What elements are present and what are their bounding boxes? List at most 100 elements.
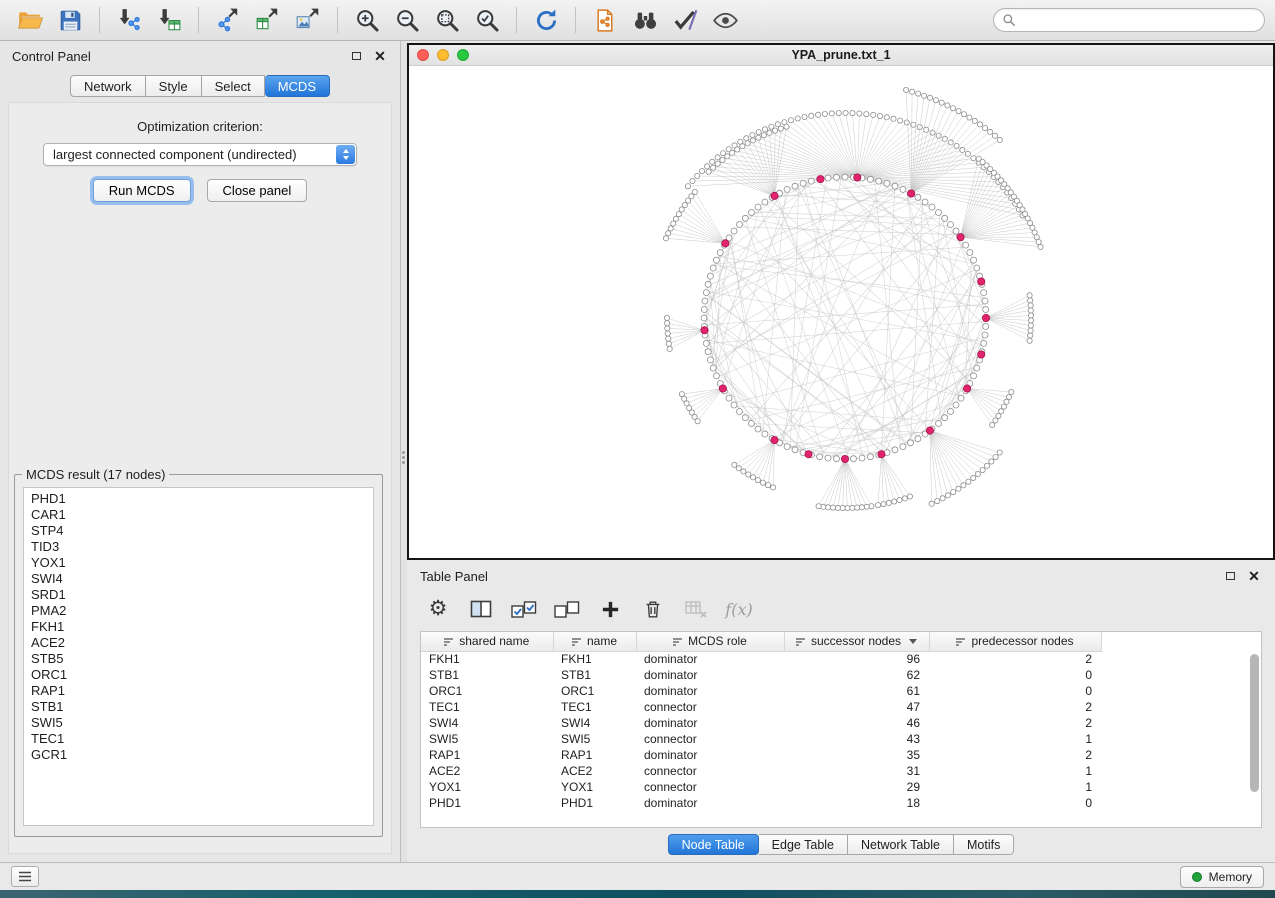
cell-shared_name[interactable]: ORC1 — [421, 683, 553, 699]
import-table-icon[interactable] — [153, 4, 185, 36]
network-window-titlebar[interactable]: YPA_prune.txt_1 — [409, 45, 1273, 66]
cell-shared_name[interactable]: PHD1 — [421, 795, 553, 811]
criterion-dropdown[interactable]: largest connected component (undirected) — [43, 143, 357, 166]
open-file-icon[interactable] — [14, 4, 46, 36]
cell-mcds_role[interactable]: dominator — [636, 715, 784, 731]
cell-successor_nodes[interactable]: 29 — [784, 779, 929, 795]
search-box[interactable] — [993, 8, 1265, 32]
table-row[interactable]: STB1STB1dominator620 — [421, 667, 1101, 683]
close-panel-button[interactable]: ✕ — [372, 48, 388, 64]
float-panel-button[interactable] — [348, 48, 364, 64]
select-all-icon[interactable] — [511, 596, 537, 622]
tab-motifs[interactable]: Motifs — [954, 834, 1014, 855]
cell-mcds_role[interactable]: connector — [636, 731, 784, 747]
cell-mcds_role[interactable]: dominator — [636, 667, 784, 683]
mcds-result-item[interactable]: GCR1 — [31, 747, 373, 763]
cell-name[interactable]: ORC1 — [553, 683, 636, 699]
mcds-result-item[interactable]: PHD1 — [31, 491, 373, 507]
mcds-result-item[interactable]: TEC1 — [31, 731, 373, 747]
cell-successor_nodes[interactable]: 61 — [784, 683, 929, 699]
mcds-result-item[interactable]: STP4 — [31, 523, 373, 539]
column-header-name[interactable]: name — [553, 632, 636, 651]
close-panel-button-mcds[interactable]: Close panel — [207, 179, 308, 202]
cell-mcds_role[interactable]: dominator — [636, 651, 784, 667]
cell-name[interactable]: FKH1 — [553, 651, 636, 667]
cell-shared_name[interactable]: FKH1 — [421, 651, 553, 667]
cell-name[interactable]: RAP1 — [553, 747, 636, 763]
cell-mcds_role[interactable]: connector — [636, 699, 784, 715]
tab-edge-table[interactable]: Edge Table — [759, 834, 848, 855]
network-canvas[interactable] — [409, 66, 1273, 558]
cell-mcds_role[interactable]: connector — [636, 779, 784, 795]
table-row[interactable]: ACE2ACE2connector311 — [421, 763, 1101, 779]
export-image-icon[interactable] — [292, 4, 324, 36]
show-columns-icon[interactable] — [468, 596, 494, 622]
panel-menu-button[interactable] — [11, 866, 39, 887]
cell-successor_nodes[interactable]: 43 — [784, 731, 929, 747]
cell-shared_name[interactable]: SWI5 — [421, 731, 553, 747]
search-input[interactable] — [1021, 13, 1256, 27]
cell-mcds_role[interactable]: dominator — [636, 795, 784, 811]
cell-predecessor_nodes[interactable]: 2 — [929, 715, 1101, 731]
cell-predecessor_nodes[interactable]: 0 — [929, 667, 1101, 683]
save-icon[interactable] — [54, 4, 86, 36]
tab-network[interactable]: Network — [70, 75, 146, 97]
zoom-in-icon[interactable] — [351, 4, 383, 36]
run-mcds-button[interactable]: Run MCDS — [93, 179, 191, 202]
column-header-MCDS-role[interactable]: MCDS role — [636, 632, 784, 651]
eye-icon[interactable] — [709, 4, 741, 36]
cell-shared_name[interactable]: TEC1 — [421, 699, 553, 715]
cell-predecessor_nodes[interactable]: 2 — [929, 747, 1101, 763]
cell-successor_nodes[interactable]: 31 — [784, 763, 929, 779]
mcds-result-item[interactable]: FKH1 — [31, 619, 373, 635]
mcds-result-item[interactable]: SWI5 — [31, 715, 373, 731]
cell-successor_nodes[interactable]: 62 — [784, 667, 929, 683]
show-hide-details-icon[interactable] — [669, 4, 701, 36]
cell-successor_nodes[interactable]: 18 — [784, 795, 929, 811]
column-header-successor-nodes[interactable]: successor nodes — [784, 632, 929, 651]
tab-mcds[interactable]: MCDS — [265, 75, 330, 97]
mcds-result-item[interactable]: SRD1 — [31, 587, 373, 603]
mcds-result-item[interactable]: STB5 — [31, 651, 373, 667]
cell-successor_nodes[interactable]: 96 — [784, 651, 929, 667]
zoom-selected-icon[interactable] — [471, 4, 503, 36]
mcds-result-item[interactable]: SWI4 — [31, 571, 373, 587]
cell-shared_name[interactable]: YOX1 — [421, 779, 553, 795]
table-row[interactable]: YOX1YOX1connector291 — [421, 779, 1101, 795]
cell-mcds_role[interactable]: dominator — [636, 747, 784, 763]
table-row[interactable]: SWI4SWI4dominator462 — [421, 715, 1101, 731]
table-settings-icon[interactable]: ⚙ — [425, 596, 451, 622]
cell-shared_name[interactable]: SWI4 — [421, 715, 553, 731]
cell-name[interactable]: YOX1 — [553, 779, 636, 795]
cell-predecessor_nodes[interactable]: 1 — [929, 731, 1101, 747]
cell-predecessor_nodes[interactable]: 1 — [929, 779, 1101, 795]
mcds-result-item[interactable]: ACE2 — [31, 635, 373, 651]
cell-predecessor_nodes[interactable]: 0 — [929, 795, 1101, 811]
tab-style[interactable]: Style — [146, 75, 202, 97]
mcds-result-item[interactable]: ORC1 — [31, 667, 373, 683]
cell-name[interactable]: ACE2 — [553, 763, 636, 779]
cell-shared_name[interactable]: ACE2 — [421, 763, 553, 779]
cell-predecessor_nodes[interactable]: 2 — [929, 699, 1101, 715]
find-icon[interactable] — [629, 4, 661, 36]
tab-select[interactable]: Select — [202, 75, 265, 97]
export-network-icon[interactable] — [212, 4, 244, 36]
cell-successor_nodes[interactable]: 46 — [784, 715, 929, 731]
cell-name[interactable]: STB1 — [553, 667, 636, 683]
table-row[interactable]: SWI5SWI5connector431 — [421, 731, 1101, 747]
cell-successor_nodes[interactable]: 47 — [784, 699, 929, 715]
cell-name[interactable]: SWI5 — [553, 731, 636, 747]
table-row[interactable]: ORC1ORC1dominator610 — [421, 683, 1101, 699]
float-table-panel-button[interactable] — [1222, 568, 1238, 584]
mcds-result-item[interactable]: YOX1 — [31, 555, 373, 571]
column-header-shared-name[interactable]: shared name — [421, 632, 553, 651]
table-row[interactable]: PHD1PHD1dominator180 — [421, 795, 1101, 811]
delete-row-icon[interactable] — [640, 596, 666, 622]
export-table-icon[interactable] — [252, 4, 284, 36]
zoom-out-icon[interactable] — [391, 4, 423, 36]
tab-network-table[interactable]: Network Table — [848, 834, 954, 855]
deselect-all-icon[interactable] — [554, 596, 580, 622]
memory-button[interactable]: Memory — [1180, 866, 1264, 888]
table-row[interactable]: FKH1FKH1dominator962 — [421, 651, 1101, 667]
cell-shared_name[interactable]: STB1 — [421, 667, 553, 683]
